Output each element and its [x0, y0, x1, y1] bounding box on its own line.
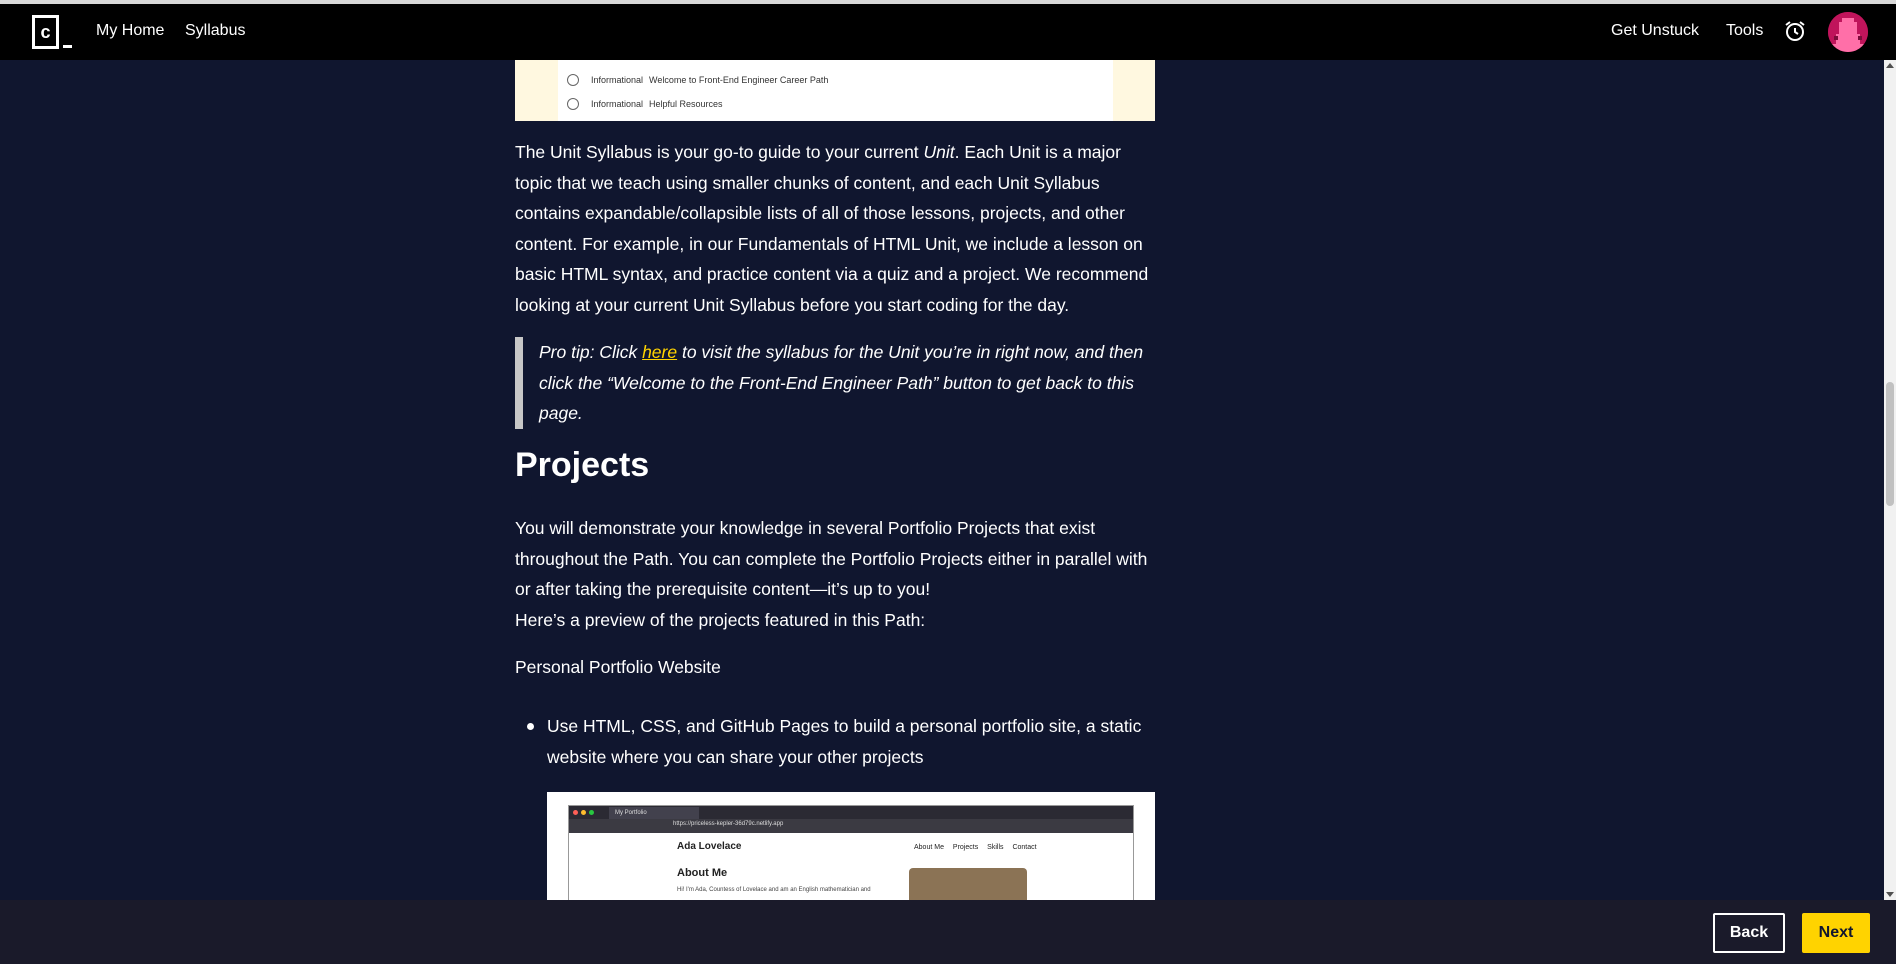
get-unstuck-link[interactable]: Get Unstuck	[1611, 22, 1699, 40]
project-bullet: Use HTML, CSS, and GitHub Pages to build…	[527, 711, 1155, 772]
nav-my-home-link[interactable]: My Home	[96, 22, 164, 40]
syllabus-preview-row: Informational Welcome to Front-End Engin…	[567, 74, 828, 86]
project-bullet-list: Use HTML, CSS, and GitHub Pages to build…	[527, 711, 1155, 772]
alarm-clock-icon[interactable]	[1783, 19, 1807, 43]
logo-cursor	[63, 45, 72, 48]
site-nav-item: Projects	[952, 844, 979, 851]
row-kind: Informational	[591, 99, 644, 109]
browser-url: https://priceless-kepler-36d79c.netlify.…	[673, 821, 784, 827]
portrait-photo	[909, 868, 1027, 900]
browser-tab: My Portfolio	[609, 807, 699, 819]
codecademy-logo-icon[interactable]: c	[32, 15, 72, 51]
user-avatar[interactable]	[1828, 12, 1868, 52]
site-nav-item: Contact	[1012, 844, 1037, 851]
maximize-dot-icon	[589, 810, 594, 815]
projects-paragraph: You will demonstrate your knowledge in s…	[515, 518, 1148, 600]
minimize-dot-icon	[581, 810, 586, 815]
project-title: Personal Portfolio Website	[515, 657, 721, 677]
tip-pre: Pro tip: Click	[539, 342, 643, 362]
footer-bar: Back Next	[0, 900, 1896, 964]
scroll-up-arrow-icon[interactable]	[1886, 63, 1894, 68]
unit-para-post: . Each Unit is a major topic that we tea…	[515, 142, 1149, 315]
projects-heading: Projects	[515, 446, 650, 484]
site-about-text: Hi! I'm Ada, Countess of Lovelace and am…	[677, 887, 871, 893]
back-button[interactable]: Back	[1713, 913, 1785, 953]
syllabus-preview-row: Informational Helpful Resources	[567, 98, 723, 110]
scroll-down-arrow-icon[interactable]	[1886, 892, 1894, 897]
row-title: Welcome to Front-End Engineer Career Pat…	[649, 75, 829, 85]
scroll-thumb[interactable]	[1886, 382, 1894, 506]
browser-frame: My Portfolio https://priceless-kepler-36…	[568, 805, 1134, 900]
top-nav-bar: c My Home Syllabus Get Unstuck Tools	[0, 4, 1896, 60]
document-icon	[567, 74, 579, 86]
site-nav-item: Skills	[987, 844, 1004, 851]
unit-para-pre: The Unit Syllabus is your go-to guide to…	[515, 142, 924, 162]
site-about-heading: About Me	[677, 867, 728, 879]
syllabus-preview-inner	[558, 60, 1113, 121]
browser-address-bar: https://priceless-kepler-36d79c.netlify.…	[569, 819, 1133, 833]
row-kind: Informational	[591, 75, 644, 85]
document-icon	[567, 98, 579, 110]
preview-paragraph: Here’s a preview of the projects feature…	[515, 610, 926, 630]
unit-para-em: Unit	[923, 142, 955, 162]
page-scrollbar[interactable]	[1884, 60, 1896, 900]
browser-tab-bar: My Portfolio	[569, 806, 1133, 819]
nav-syllabus-link[interactable]: Syllabus	[185, 22, 245, 40]
article-content: Informational Welcome to Front-End Engin…	[515, 60, 1155, 900]
close-dot-icon	[573, 810, 578, 815]
avatar-pixel-art-icon	[1828, 12, 1868, 52]
site-name: Ada Lovelace	[677, 841, 742, 852]
next-button[interactable]: Next	[1802, 913, 1870, 953]
site-nav-item: About Me	[914, 844, 944, 851]
tip-here-link[interactable]: here	[642, 342, 677, 362]
syllabus-preview-image: Informational Welcome to Front-End Engin…	[515, 60, 1155, 121]
tools-link[interactable]: Tools	[1726, 22, 1763, 40]
logo-letter: c	[32, 15, 59, 49]
portfolio-preview-image: My Portfolio https://priceless-kepler-36…	[547, 792, 1155, 900]
pro-tip-blockquote: Pro tip: Click here to visit the syllabu…	[515, 337, 1155, 429]
unit-syllabus-paragraph: The Unit Syllabus is your go-to guide to…	[515, 137, 1155, 321]
row-title: Helpful Resources	[649, 99, 723, 109]
site-nav: About Me Projects Skills Contact	[914, 844, 1044, 851]
